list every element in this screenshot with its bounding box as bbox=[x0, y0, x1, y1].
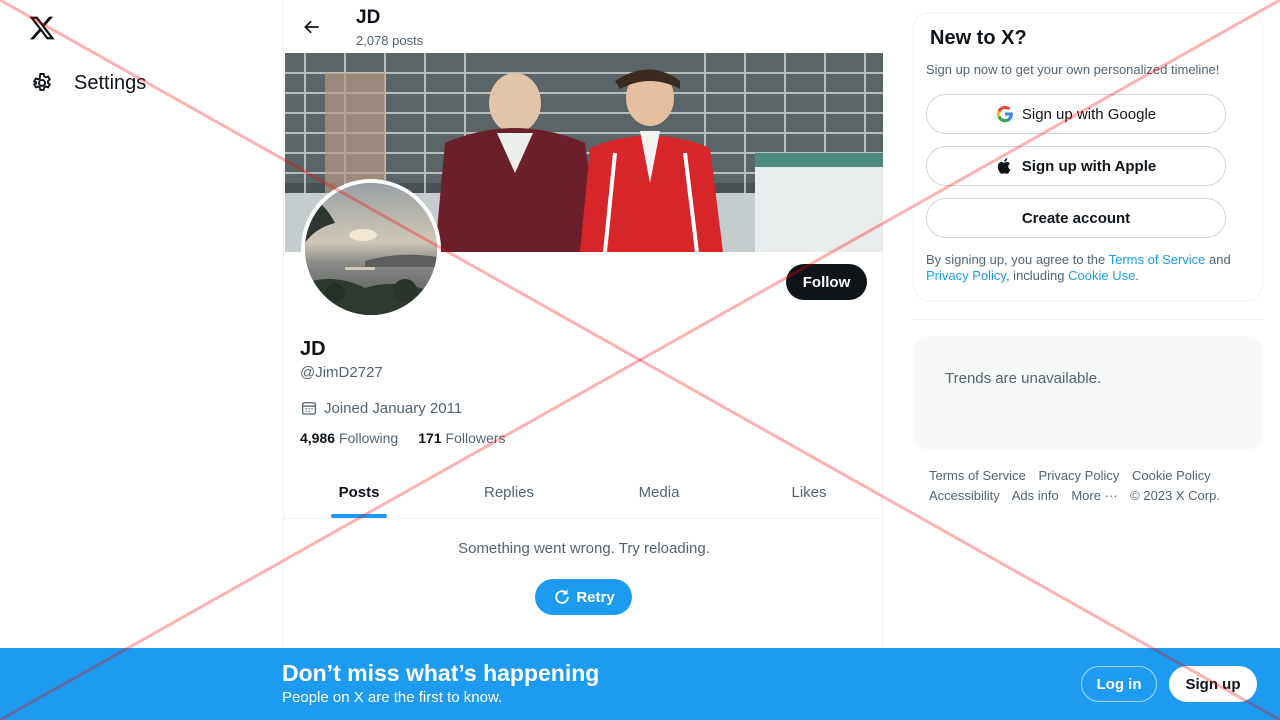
calendar-icon bbox=[301, 402, 317, 415]
cookie-use-link[interactable]: Cookie Use bbox=[1068, 268, 1135, 283]
apple-icon bbox=[997, 158, 1011, 174]
terms-including: , including bbox=[1005, 268, 1069, 283]
following-link[interactable]: 4,986 Following bbox=[300, 430, 398, 446]
privacy-policy-link[interactable]: Privacy Policy bbox=[926, 268, 1006, 283]
login-prompt-title: Don’t miss what’s happening bbox=[282, 660, 600, 686]
login-button[interactable]: Log in bbox=[1081, 666, 1157, 702]
signup-apple-button[interactable]: Sign up with Apple bbox=[926, 146, 1226, 186]
profile-tabs: Posts Replies Media Likes bbox=[284, 466, 884, 519]
signup-card-subtitle: Sign up now to get your own personalized… bbox=[926, 62, 1220, 77]
joined-date-text: Joined January 2011 bbox=[324, 399, 463, 417]
footer-links: Terms of Service Privacy Policy Cookie P… bbox=[929, 466, 1259, 506]
signup-google-button[interactable]: Sign up with Google bbox=[926, 94, 1226, 134]
left-nav: Settings bbox=[0, 0, 284, 720]
terms-and: and bbox=[1205, 252, 1231, 267]
signup-button[interactable]: Sign up bbox=[1169, 666, 1257, 702]
profile-display-name: JD bbox=[300, 338, 326, 360]
nav-settings-link[interactable]: Settings bbox=[24, 66, 152, 100]
footer-accessibility-link[interactable]: Accessibility bbox=[929, 488, 1000, 503]
followers-label: Followers bbox=[445, 430, 506, 446]
header-post-count: 2,078 posts bbox=[356, 33, 424, 48]
joined-date: Joined January 2011 bbox=[300, 399, 462, 417]
login-prompt-bar: Don’t miss what’s happening People on X … bbox=[0, 648, 1280, 720]
right-column-divider bbox=[913, 319, 1263, 320]
follow-button[interactable]: Follow bbox=[786, 264, 867, 300]
x-logo-icon[interactable] bbox=[27, 14, 57, 42]
signup-google-label: Sign up with Google bbox=[1021, 105, 1157, 123]
header-title: JD bbox=[356, 7, 381, 28]
terms-end: . bbox=[1135, 268, 1139, 283]
tab-likes-label: Likes bbox=[791, 483, 827, 501]
create-account-button[interactable]: Create account bbox=[926, 198, 1226, 238]
footer-privacy-link[interactable]: Privacy Policy bbox=[1038, 468, 1119, 483]
tab-likes[interactable]: Likes bbox=[734, 466, 884, 518]
followers-count: 171 bbox=[418, 430, 442, 446]
nav-settings-label: Settings bbox=[74, 71, 147, 94]
terms-prefix: By signing up, you agree to the bbox=[926, 252, 1109, 267]
tab-media[interactable]: Media bbox=[584, 466, 734, 518]
tab-posts[interactable]: Posts bbox=[284, 466, 434, 518]
following-label: Following bbox=[339, 430, 399, 446]
retry-label: Retry bbox=[576, 588, 615, 606]
footer-cookie-link[interactable]: Cookie Policy bbox=[1132, 468, 1211, 483]
feed-error-message: Something went wrong. Try reloading. bbox=[458, 540, 710, 557]
signup-card: New to X? Sign up now to get your own pe… bbox=[913, 12, 1263, 301]
tab-posts-label: Posts bbox=[338, 483, 380, 501]
back-button[interactable] bbox=[296, 11, 328, 43]
gear-icon bbox=[32, 73, 52, 91]
footer-terms-link[interactable]: Terms of Service bbox=[929, 468, 1026, 483]
profile-header-bar: JD 2,078 posts bbox=[284, 0, 884, 53]
refresh-icon bbox=[555, 589, 570, 604]
footer-more-link[interactable]: More ··· bbox=[1071, 488, 1117, 503]
signup-apple-label: Sign up with Apple bbox=[1021, 157, 1157, 175]
trends-unavailable-text: Trends are unavailable. bbox=[945, 370, 1102, 387]
main-column: JD 2,078 posts Follow JD @JimD2727 Joine… bbox=[283, 0, 884, 720]
followers-link[interactable]: 171 Followers bbox=[418, 430, 505, 446]
terms-of-service-link[interactable]: Terms of Service bbox=[1109, 252, 1206, 267]
footer-ads-link[interactable]: Ads info bbox=[1012, 488, 1059, 503]
trends-card: Trends are unavailable. bbox=[913, 336, 1263, 450]
tab-replies[interactable]: Replies bbox=[434, 466, 584, 518]
tab-media-label: Media bbox=[638, 483, 680, 501]
retry-button[interactable]: Retry bbox=[535, 579, 632, 615]
active-tab-indicator bbox=[331, 514, 387, 518]
google-icon bbox=[996, 105, 1013, 123]
following-count: 4,986 bbox=[300, 430, 336, 446]
profile-stats: 4,986 Following 171 Followers bbox=[300, 430, 525, 446]
signup-card-title: New to X? bbox=[930, 27, 1027, 49]
signup-terms: By signing up, you agree to the Terms of… bbox=[926, 252, 1246, 284]
profile-handle: @JimD2727 bbox=[300, 364, 383, 381]
arrow-left-icon bbox=[304, 20, 319, 34]
login-prompt-subtitle: People on X are the first to know. bbox=[282, 689, 503, 706]
tab-replies-label: Replies bbox=[483, 483, 535, 501]
footer-copyright: © 2023 X Corp. bbox=[1130, 488, 1220, 503]
profile-avatar[interactable] bbox=[301, 179, 441, 319]
